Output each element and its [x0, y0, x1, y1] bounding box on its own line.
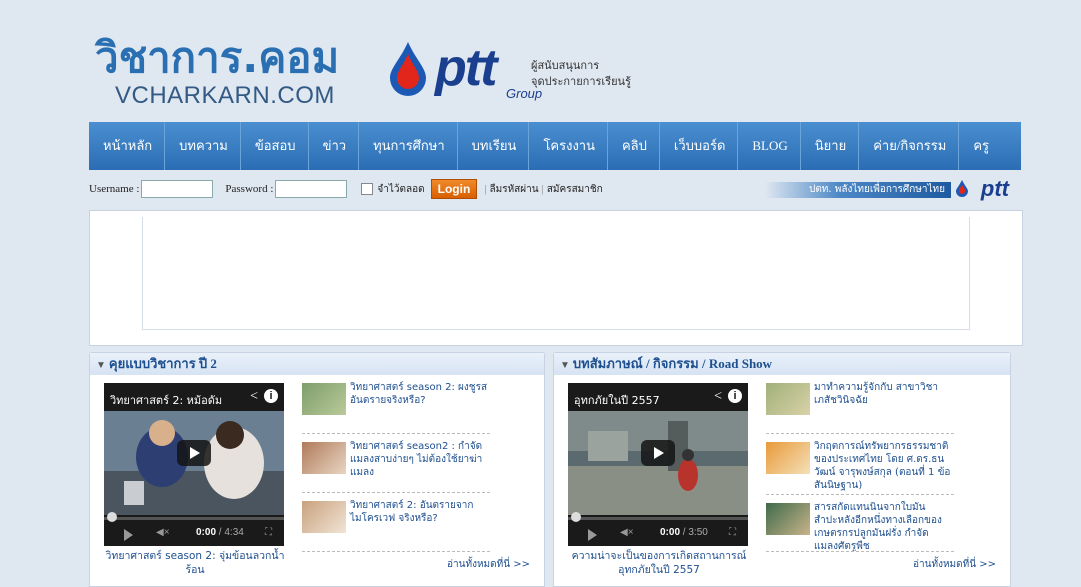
info-icon[interactable]: i	[728, 389, 742, 403]
fullscreen-icon[interactable]: ⛶	[729, 527, 736, 538]
ptt-small-logo-text: ptt	[980, 176, 1009, 201]
nav-camps[interactable]: ค่าย/กิจกรรม	[859, 122, 960, 170]
thumbnail-image[interactable]	[766, 503, 810, 535]
video-controls: ◀× 0:00 / 4:34 ⛶	[104, 522, 284, 546]
panel-header: ▼ บทสัมภาษณ์ / กิจกรรม / Road Show	[554, 353, 1010, 375]
video-time: 0:00 / 4:34	[196, 527, 244, 538]
ptt-tagline: ผู้สนับสนุนการ จุดประกายการเรียนรู้	[531, 58, 631, 90]
nav-clips[interactable]: คลิป	[608, 122, 660, 170]
nav-projects[interactable]: โครงงาน	[529, 122, 608, 170]
forgot-password-link[interactable]: ลืมรหัสผ่าน	[490, 182, 539, 197]
fullscreen-icon[interactable]: ⛶	[265, 527, 272, 538]
nav-blog[interactable]: BLOG	[738, 122, 801, 170]
ptt-drop-logo-icon	[390, 42, 426, 96]
list-item[interactable]: วิทยาศาสตร์ season 2: ผงชูรส อันตรายจริง…	[302, 379, 490, 434]
login-bar: Username : Password : จำไว้ตลอด Login | …	[89, 174, 1021, 204]
main-nav: หน้าหลัก บทความ ข้อสอบ ข่าว ทุนการศึกษา …	[89, 122, 1021, 170]
site-logo-english[interactable]: VCHARKARN.COM	[115, 82, 335, 110]
panel-interviews: ▼ บทสัมภาษณ์ / กิจกรรม / Road Show อุทกภั…	[553, 352, 1011, 587]
video-player[interactable]: อุทกภัยในปี 2557 < i ◀× 0:00 / 3:50 ⛶	[568, 383, 748, 546]
play-icon[interactable]	[588, 529, 597, 541]
list-item[interactable]: วิทยาศาสตร์ 2: อันตรายจากไมโครเวฟ จริงหร…	[302, 497, 490, 552]
video-controls: ◀× 0:00 / 3:50 ⛶	[568, 522, 748, 546]
ptt-tagline-line2: จุดประกายการเรียนรู้	[531, 75, 631, 88]
thumbnail-image[interactable]	[766, 383, 810, 415]
thumbnail-image[interactable]	[302, 442, 346, 474]
nav-webboard[interactable]: เว็บบอร์ด	[660, 122, 739, 170]
list-item-title[interactable]: มาทำความรู้จักกับ สาขาวิชาเภสัชวินิจฉัย	[814, 381, 952, 407]
remember-label: จำไว้ตลอด	[377, 183, 425, 195]
separator: |	[484, 183, 487, 195]
register-link[interactable]: สมัครสมาชิก	[547, 182, 603, 197]
site-header: วิชาการ.คอม VCHARKARN.COM ptt Group ผู้ส…	[89, 0, 1021, 120]
ptt-tagline-line1: ผู้สนับสนุนการ	[531, 59, 600, 72]
article-list: วิทยาศาสตร์ season 2: ผงชูรส อันตรายจริง…	[302, 379, 490, 556]
article-list: มาทำความรู้จักกับ สาขาวิชาเภสัชวินิจฉัย …	[766, 379, 954, 556]
username-label: Username :	[89, 183, 140, 195]
ptt-logo-text: ptt	[435, 39, 497, 97]
username-input[interactable]	[141, 180, 214, 198]
panel-title: คุยแบบวิชาการ ปี 2	[108, 356, 217, 371]
ptt-small-drop-icon	[956, 180, 968, 197]
video-time: 0:00 / 3:50	[660, 527, 708, 538]
video-title: วิทยาศาสตร์ 2: หม้อดัม	[110, 394, 223, 407]
list-item[interactable]: มาทำความรู้จักกับ สาขาวิชาเภสัชวินิจฉัย	[766, 379, 954, 434]
read-more-link[interactable]: อ่านทั้งหมดที่นี่ >>	[913, 557, 996, 572]
list-item-title[interactable]: วิทยาศาสตร์ 2: อันตรายจากไมโครเวฟ จริงหร…	[350, 499, 488, 525]
list-item[interactable]: สารสกัดแทนนินจากใบมันสำปะหลังอีกหนึ่งทาง…	[766, 499, 954, 552]
separator: |	[541, 183, 544, 195]
password-label: Password :	[225, 183, 274, 195]
read-more-link[interactable]: อ่านทั้งหมดที่นี่ >>	[447, 557, 530, 572]
collapse-triangle-icon[interactable]: ▼	[560, 360, 570, 371]
ad-frame	[142, 217, 970, 330]
video-progress-bar[interactable]	[104, 517, 284, 520]
list-item-title[interactable]: วิกฤตการณ์ทรัพยากรธรรมชาติของประเทศไทย โ…	[814, 440, 952, 492]
list-item-title[interactable]: สารสกัดแทนนินจากใบมันสำปะหลังอีกหนึ่งทาง…	[814, 501, 952, 551]
nav-teachers[interactable]: ครู	[959, 122, 1001, 170]
nav-articles[interactable]: บทความ	[165, 122, 241, 170]
ptt-banner[interactable]: ปตท. พลังไทยเพื่อการศึกษาไทย	[765, 182, 951, 198]
video-caption-link[interactable]: ความน่าจะเป็นของการเกิดสถานการณ์อุทกภัยใ…	[562, 549, 756, 577]
list-item-title[interactable]: วิทยาศาสตร์ season 2: ผงชูรส อันตรายจริง…	[350, 381, 488, 407]
share-icon[interactable]: <	[714, 389, 722, 405]
panel-header: ▼ คุยแบบวิชาการ ปี 2	[90, 353, 544, 375]
play-icon[interactable]	[124, 529, 133, 541]
list-item[interactable]: วิทยาศาสตร์ season2 : กำจัดแมลงสาบง่ายๆ …	[302, 438, 490, 493]
nav-news[interactable]: ข่าว	[309, 122, 360, 170]
panel-title: บทสัมภาษณ์ / กิจกรรม / Road Show	[572, 356, 773, 371]
login-button[interactable]: Login	[430, 179, 478, 199]
nav-home[interactable]: หน้าหลัก	[89, 122, 166, 170]
play-button[interactable]	[177, 440, 211, 466]
thumbnail-image[interactable]	[302, 501, 346, 533]
video-player[interactable]: วิทยาศาสตร์ 2: หม้อดัม < i ◀× 0:00 / 4:3…	[104, 383, 284, 546]
list-item[interactable]: วิกฤตการณ์ทรัพยากรธรรมชาติของประเทศไทย โ…	[766, 438, 954, 495]
volume-muted-icon[interactable]: ◀×	[620, 527, 634, 538]
panel-academic-talk: ▼ คุยแบบวิชาการ ปี 2 วิทยาศาสตร์ 2: หม้อด…	[89, 352, 545, 587]
page-wrapper: วิชาการ.คอม VCHARKARN.COM ptt Group ผู้ส…	[89, 0, 1023, 587]
video-title: อุทกภัยในปี 2557	[574, 394, 660, 407]
share-icon[interactable]: <	[250, 389, 258, 405]
video-caption-link[interactable]: วิทยาศาสตร์ season 2: จุ่มข้อนลวกน้ำร้อน	[98, 549, 292, 577]
site-logo-thai[interactable]: วิชาการ.คอม	[95, 34, 339, 82]
progress-knob[interactable]	[107, 512, 117, 522]
collapse-triangle-icon[interactable]: ▼	[96, 360, 106, 371]
progress-knob[interactable]	[571, 512, 581, 522]
remember-checkbox[interactable]	[361, 183, 374, 195]
nav-lessons[interactable]: บทเรียน	[458, 122, 530, 170]
ad-box	[89, 210, 1023, 346]
video-progress-bar[interactable]	[568, 517, 748, 520]
nav-scholarships[interactable]: ทุนการศึกษา	[359, 122, 458, 170]
nav-exams[interactable]: ข้อสอบ	[241, 122, 309, 170]
play-button[interactable]	[641, 440, 675, 466]
nav-novels[interactable]: นิยาย	[801, 122, 860, 170]
thumbnail-image[interactable]	[766, 442, 810, 474]
info-icon[interactable]: i	[264, 389, 278, 403]
volume-muted-icon[interactable]: ◀×	[156, 527, 170, 538]
thumbnail-image[interactable]	[302, 383, 346, 415]
password-input[interactable]	[275, 180, 348, 198]
list-item-title[interactable]: วิทยาศาสตร์ season2 : กำจัดแมลงสาบง่ายๆ …	[350, 440, 488, 479]
